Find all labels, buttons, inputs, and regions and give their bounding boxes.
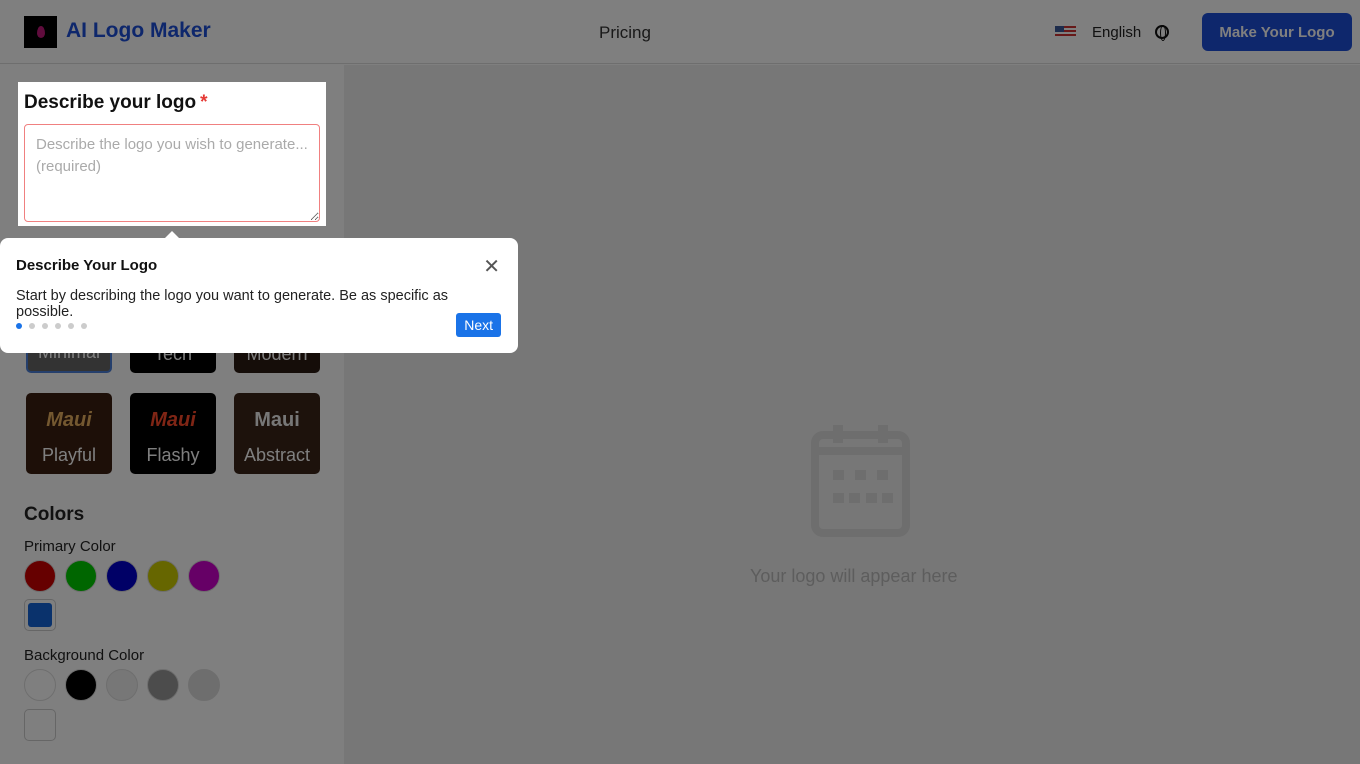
close-icon[interactable]: ✕ <box>483 254 500 279</box>
tour-popover: Describe Your Logo ✕ Start by describing… <box>0 231 518 353</box>
step-dot[interactable] <box>68 323 74 329</box>
describe-title: Describe your logo * <box>24 92 208 113</box>
logo-description-input[interactable] <box>24 124 320 222</box>
tour-next-button[interactable]: Next <box>456 313 501 337</box>
tour-body: Start by describing the logo you want to… <box>16 288 449 320</box>
tour-progress-dots <box>16 323 87 329</box>
step-dot[interactable] <box>16 323 22 329</box>
describe-section: Describe your logo * <box>18 82 326 226</box>
step-dot[interactable] <box>55 323 61 329</box>
tour-title: Describe Your Logo <box>16 257 158 274</box>
step-dot[interactable] <box>29 323 35 329</box>
step-dot[interactable] <box>42 323 48 329</box>
step-dot[interactable] <box>81 323 87 329</box>
